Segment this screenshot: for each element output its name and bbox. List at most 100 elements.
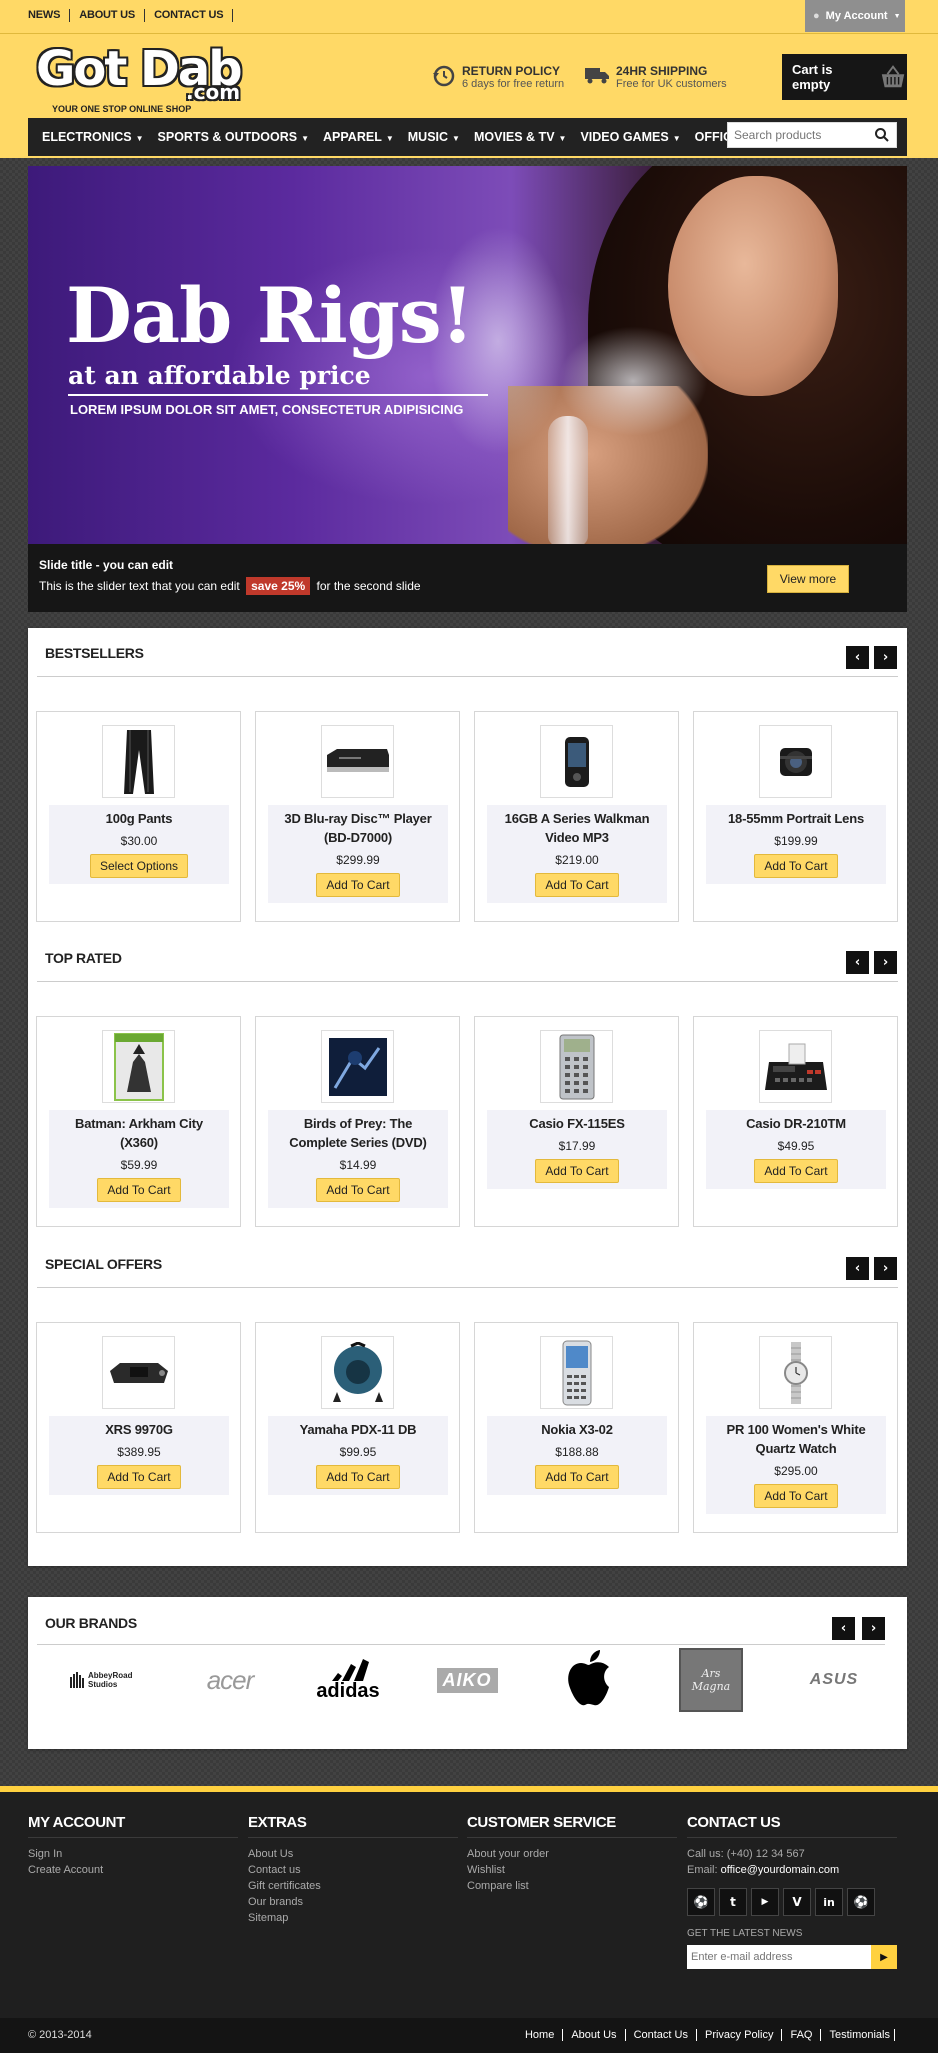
top-link-contact[interactable]: CONTACT US bbox=[145, 9, 234, 22]
product-image[interactable] bbox=[759, 725, 832, 798]
add-to-cart-button[interactable]: Add To Cart bbox=[97, 1178, 181, 1202]
add-to-cart-button[interactable]: Add To Cart bbox=[754, 854, 838, 878]
product-card[interactable]: Nokia X3-02 $188.88 Add To Cart bbox=[474, 1322, 679, 1533]
add-to-cart-button[interactable]: Add To Cart bbox=[316, 1465, 400, 1489]
footer-link-sitemap[interactable]: Sitemap bbox=[248, 1910, 458, 1926]
add-to-cart-button[interactable]: Add To Cart bbox=[535, 873, 619, 897]
product-image[interactable] bbox=[540, 1336, 613, 1409]
select-options-button[interactable]: Select Options bbox=[89, 854, 189, 878]
nav-item-electronics[interactable]: ELECTRONICS ▼ bbox=[42, 130, 144, 144]
product-card[interactable]: 18-55mm Portrait Lens $199.99 Add To Car… bbox=[693, 711, 898, 922]
product-image[interactable] bbox=[759, 1030, 832, 1103]
dribbble-icon[interactable]: ⚽ bbox=[847, 1888, 875, 1916]
prev-arrow-icon[interactable]: ‹ bbox=[846, 951, 869, 974]
brand-logo-apple[interactable] bbox=[554, 1647, 624, 1713]
product-card[interactable]: 16GB A Series Walkman Video MP3 $219.00 … bbox=[474, 711, 679, 922]
search-input[interactable] bbox=[728, 123, 868, 147]
product-card[interactable]: Yamaha PDX-11 DB $99.95 Add To Cart bbox=[255, 1322, 460, 1533]
bottom-link-contact[interactable]: Contact Us bbox=[626, 2029, 697, 2041]
footer-link-sign-in[interactable]: Sign In bbox=[28, 1846, 238, 1862]
next-arrow-icon[interactable]: › bbox=[874, 646, 897, 669]
hero-slider[interactable]: Dab Rigs! at an affordable price LOREM I… bbox=[28, 166, 907, 544]
site-logo[interactable]: Got Dab .com YOUR ONE STOP ONLINE SHOP bbox=[36, 45, 243, 114]
product-name[interactable]: Yamaha PDX-11 DB bbox=[268, 1420, 448, 1439]
product-name[interactable]: 100g Pants bbox=[49, 809, 229, 828]
add-to-cart-button[interactable]: Add To Cart bbox=[535, 1465, 619, 1489]
product-name[interactable]: Nokia X3-02 bbox=[487, 1420, 667, 1439]
add-to-cart-button[interactable]: Add To Cart bbox=[97, 1465, 181, 1489]
product-image[interactable] bbox=[102, 1030, 175, 1103]
product-image[interactable] bbox=[321, 1336, 394, 1409]
view-more-button[interactable]: View more bbox=[767, 565, 849, 593]
product-card[interactable]: Birds of Prey: The Complete Series (DVD)… bbox=[255, 1016, 460, 1227]
product-name[interactable]: 18-55mm Portrait Lens bbox=[706, 809, 886, 828]
footer-link-about-order[interactable]: About your order bbox=[467, 1846, 677, 1862]
product-name[interactable]: Casio FX-115ES bbox=[487, 1114, 667, 1133]
add-to-cart-button[interactable]: Add To Cart bbox=[754, 1484, 838, 1508]
search-icon[interactable] bbox=[874, 127, 890, 143]
add-to-cart-button[interactable]: Add To Cart bbox=[316, 873, 400, 897]
cart-button[interactable]: Cart is empty bbox=[782, 54, 907, 100]
twitter-icon[interactable]: t bbox=[719, 1888, 747, 1916]
nav-item-music[interactable]: MUSIC ▼ bbox=[408, 130, 460, 144]
footer-link-our-brands[interactable]: Our brands bbox=[248, 1894, 458, 1910]
linkedin-icon[interactable]: in bbox=[815, 1888, 843, 1916]
bottom-link-about[interactable]: About Us bbox=[563, 2029, 626, 2041]
product-card[interactable]: PR 100 Women's White Quartz Watch $295.0… bbox=[693, 1322, 898, 1533]
product-name[interactable]: Casio DR-210TM bbox=[706, 1114, 886, 1133]
brand-logo-ars-magna[interactable]: Ars Magna bbox=[678, 1647, 744, 1713]
add-to-cart-button[interactable]: Add To Cart bbox=[754, 1159, 838, 1183]
product-image[interactable] bbox=[540, 725, 613, 798]
bottom-link-home[interactable]: Home bbox=[517, 2029, 564, 2041]
product-card[interactable]: XRS 9970G $389.95 Add To Cart bbox=[36, 1322, 241, 1533]
next-arrow-icon[interactable]: › bbox=[862, 1617, 885, 1640]
newsletter-email-input[interactable] bbox=[687, 1945, 871, 1969]
product-image[interactable] bbox=[102, 725, 175, 798]
brand-logo-acer[interactable]: acer bbox=[190, 1647, 270, 1713]
nav-item-video-games[interactable]: VIDEO GAMES ▼ bbox=[580, 130, 680, 144]
footer-link-wishlist[interactable]: Wishlist bbox=[467, 1862, 677, 1878]
product-card[interactable]: Casio FX-115ES $17.99 Add To Cart bbox=[474, 1016, 679, 1227]
prev-arrow-icon[interactable]: ‹ bbox=[846, 1257, 869, 1280]
brand-logo-aiko[interactable]: AIKO bbox=[434, 1647, 500, 1713]
nav-item-apparel[interactable]: APPAREL ▼ bbox=[323, 130, 394, 144]
next-arrow-icon[interactable]: › bbox=[874, 1257, 897, 1280]
dribbble-icon[interactable]: ⚽ bbox=[687, 1888, 715, 1916]
product-card[interactable]: Batman: Arkham City (X360) $59.99 Add To… bbox=[36, 1016, 241, 1227]
bottom-link-testimonials[interactable]: Testimonials bbox=[821, 2029, 895, 2041]
footer-link-gift-certificates[interactable]: Gift certificates bbox=[248, 1878, 458, 1894]
product-name[interactable]: Batman: Arkham City (X360) bbox=[49, 1114, 229, 1152]
top-link-about[interactable]: ABOUT US bbox=[70, 9, 146, 22]
prev-arrow-icon[interactable]: ‹ bbox=[832, 1617, 855, 1640]
top-link-news[interactable]: NEWS bbox=[28, 9, 71, 22]
product-image[interactable] bbox=[321, 725, 394, 798]
product-image[interactable] bbox=[321, 1030, 394, 1103]
footer-link-about-us[interactable]: About Us bbox=[248, 1846, 458, 1862]
product-name[interactable]: PR 100 Women's White Quartz Watch bbox=[706, 1420, 886, 1458]
brand-logo-asus[interactable]: ASUS bbox=[794, 1647, 874, 1713]
product-name[interactable]: 3D Blu-ray Disc™ Player (BD-D7000) bbox=[268, 809, 448, 847]
product-image[interactable] bbox=[540, 1030, 613, 1103]
product-name[interactable]: XRS 9970G bbox=[49, 1420, 229, 1439]
product-name[interactable]: Birds of Prey: The Complete Series (DVD) bbox=[268, 1114, 448, 1152]
product-card[interactable]: 3D Blu-ray Disc™ Player (BD-D7000) $299.… bbox=[255, 711, 460, 922]
contact-email[interactable]: office@yourdomain.com bbox=[721, 1864, 840, 1876]
brand-logo-adidas[interactable]: adidas bbox=[308, 1647, 388, 1713]
my-account-dropdown[interactable]: ● My Account ▼ bbox=[805, 0, 905, 32]
bottom-link-privacy[interactable]: Privacy Policy bbox=[697, 2029, 783, 2041]
add-to-cart-button[interactable]: Add To Cart bbox=[316, 1178, 400, 1202]
product-image[interactable] bbox=[759, 1336, 832, 1409]
nav-item-sports-outdoors[interactable]: SPORTS & OUTDOORS ▼ bbox=[158, 130, 310, 144]
product-image[interactable] bbox=[102, 1336, 175, 1409]
next-arrow-icon[interactable]: › bbox=[874, 951, 897, 974]
vimeo-icon[interactable]: V bbox=[783, 1888, 811, 1916]
footer-link-contact-us[interactable]: Contact us bbox=[248, 1862, 458, 1878]
brand-logo-abbey-road[interactable]: AbbeyRoad Studios bbox=[68, 1647, 138, 1713]
product-card[interactable]: 100g Pants $30.00 Select Options bbox=[36, 711, 241, 922]
product-card[interactable]: Casio DR-210TM $49.95 Add To Cart bbox=[693, 1016, 898, 1227]
product-name[interactable]: 16GB A Series Walkman Video MP3 bbox=[487, 809, 667, 847]
footer-link-compare-list[interactable]: Compare list bbox=[467, 1878, 677, 1894]
youtube-icon[interactable]: ▶ bbox=[751, 1888, 779, 1916]
bottom-link-faq[interactable]: FAQ bbox=[782, 2029, 822, 2041]
nav-item-movies-tv[interactable]: MOVIES & TV ▼ bbox=[474, 130, 567, 144]
